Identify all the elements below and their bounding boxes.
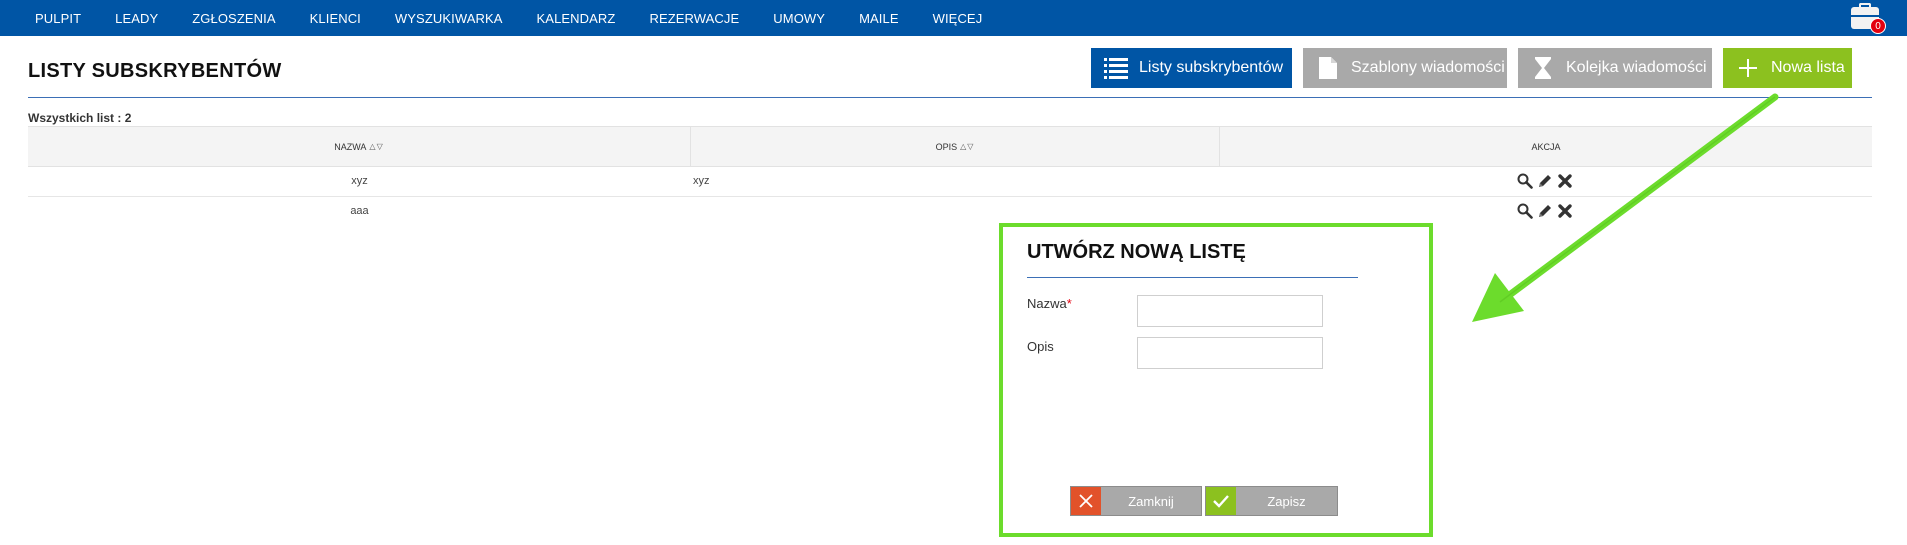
nav-item-pulpit[interactable]: PULPIT bbox=[18, 11, 98, 26]
row-desc bbox=[693, 197, 1193, 226]
column-header-name[interactable]: NAZWA △▽ bbox=[28, 127, 691, 166]
top-nav: PULPIT LEADY ZGŁOSZENIA KLIENCI WYSZUKIW… bbox=[0, 0, 1907, 36]
nav-item-klienci[interactable]: KLIENCI bbox=[293, 11, 378, 26]
name-label-text: Nazwa bbox=[1027, 296, 1067, 311]
header-divider bbox=[28, 97, 1872, 98]
nav-item-leady[interactable]: LEADY bbox=[98, 11, 175, 26]
close-button[interactable]: Zamknij bbox=[1070, 486, 1202, 516]
new-list-button[interactable]: Nowa lista bbox=[1723, 48, 1852, 88]
column-header-action: AKCJA bbox=[1220, 127, 1872, 166]
subscriber-lists-label: Listy subskrybentów bbox=[1139, 59, 1284, 76]
save-button-label: Zapisz bbox=[1267, 493, 1306, 509]
modal-divider bbox=[1027, 277, 1358, 278]
row-name: aaa bbox=[350, 205, 369, 217]
row-actions bbox=[1516, 171, 1574, 191]
list-icon bbox=[1101, 53, 1131, 83]
message-templates-button[interactable]: Szablony wiadomości bbox=[1303, 48, 1507, 88]
nav-item-wyszukiwarka[interactable]: WYSZUKIWARKA bbox=[378, 11, 520, 26]
desc-input[interactable] bbox=[1137, 337, 1323, 369]
document-icon bbox=[1313, 53, 1343, 83]
desc-label: Opis bbox=[1027, 339, 1054, 354]
message-queue-label: Kolejka wiadomości bbox=[1566, 59, 1707, 76]
briefcase-icon[interactable]: 0 bbox=[1851, 3, 1886, 34]
column-header-desc[interactable]: OPIS △▽ bbox=[691, 127, 1220, 166]
pencil-icon[interactable] bbox=[1536, 201, 1554, 221]
search-icon[interactable] bbox=[1516, 201, 1534, 221]
row-actions bbox=[1516, 201, 1574, 221]
close-button-label: Zamknij bbox=[1128, 493, 1174, 509]
subscriber-lists-button[interactable]: Listy subskrybentów bbox=[1091, 48, 1292, 88]
hourglass-icon bbox=[1528, 53, 1558, 83]
nav-item-kalendarz[interactable]: KALENDARZ bbox=[520, 11, 633, 26]
plus-icon bbox=[1733, 53, 1763, 83]
row-name: xyz bbox=[351, 175, 368, 187]
column-header-desc-label: OPIS bbox=[935, 141, 958, 152]
search-icon[interactable] bbox=[1516, 171, 1534, 191]
message-templates-label: Szablony wiadomości bbox=[1351, 59, 1505, 76]
page-title: LISTY SUBSKRYBENTÓW bbox=[28, 60, 282, 82]
table-row: aaa bbox=[28, 197, 1872, 227]
column-header-action-label: AKCJA bbox=[1531, 141, 1561, 152]
pencil-icon[interactable] bbox=[1536, 171, 1554, 191]
required-mark: * bbox=[1066, 296, 1072, 311]
close-icon bbox=[1071, 487, 1101, 515]
new-list-label: Nowa lista bbox=[1771, 59, 1845, 76]
nav-item-wiecej[interactable]: WIĘCEJ bbox=[916, 11, 1000, 26]
nav-item-maile[interactable]: MAILE bbox=[842, 11, 916, 26]
modal-title: UTWÓRZ NOWĄ LISTĘ bbox=[1027, 241, 1246, 263]
message-queue-button[interactable]: Kolejka wiadomości bbox=[1518, 48, 1712, 88]
sort-arrows-icon[interactable]: △▽ bbox=[960, 142, 974, 151]
list-count: Wszystkich list : 2 bbox=[28, 111, 132, 125]
notification-badge: 0 bbox=[1870, 18, 1886, 34]
create-list-modal: UTWÓRZ NOWĄ LISTĘ Nazwa* Opis Zamknij Za… bbox=[999, 223, 1433, 537]
nav-item-rezerwacje[interactable]: REZERWACJE bbox=[632, 11, 756, 26]
nav-item-zgloszenia[interactable]: ZGŁOSZENIA bbox=[175, 11, 292, 26]
delete-icon[interactable] bbox=[1556, 201, 1574, 221]
table-row: xyz xyz bbox=[28, 167, 1872, 197]
column-header-name-label: NAZWA bbox=[334, 141, 367, 152]
sort-arrows-icon[interactable]: △▽ bbox=[369, 142, 383, 151]
name-input[interactable] bbox=[1137, 295, 1323, 327]
row-desc: xyz bbox=[693, 175, 710, 187]
table-header: NAZWA △▽ OPIS △▽ AKCJA bbox=[28, 126, 1872, 167]
check-icon bbox=[1206, 487, 1236, 515]
nav-item-umowy[interactable]: UMOWY bbox=[756, 11, 842, 26]
save-button[interactable]: Zapisz bbox=[1205, 486, 1338, 516]
name-label: Nazwa* bbox=[1027, 296, 1072, 311]
delete-icon[interactable] bbox=[1556, 171, 1574, 191]
